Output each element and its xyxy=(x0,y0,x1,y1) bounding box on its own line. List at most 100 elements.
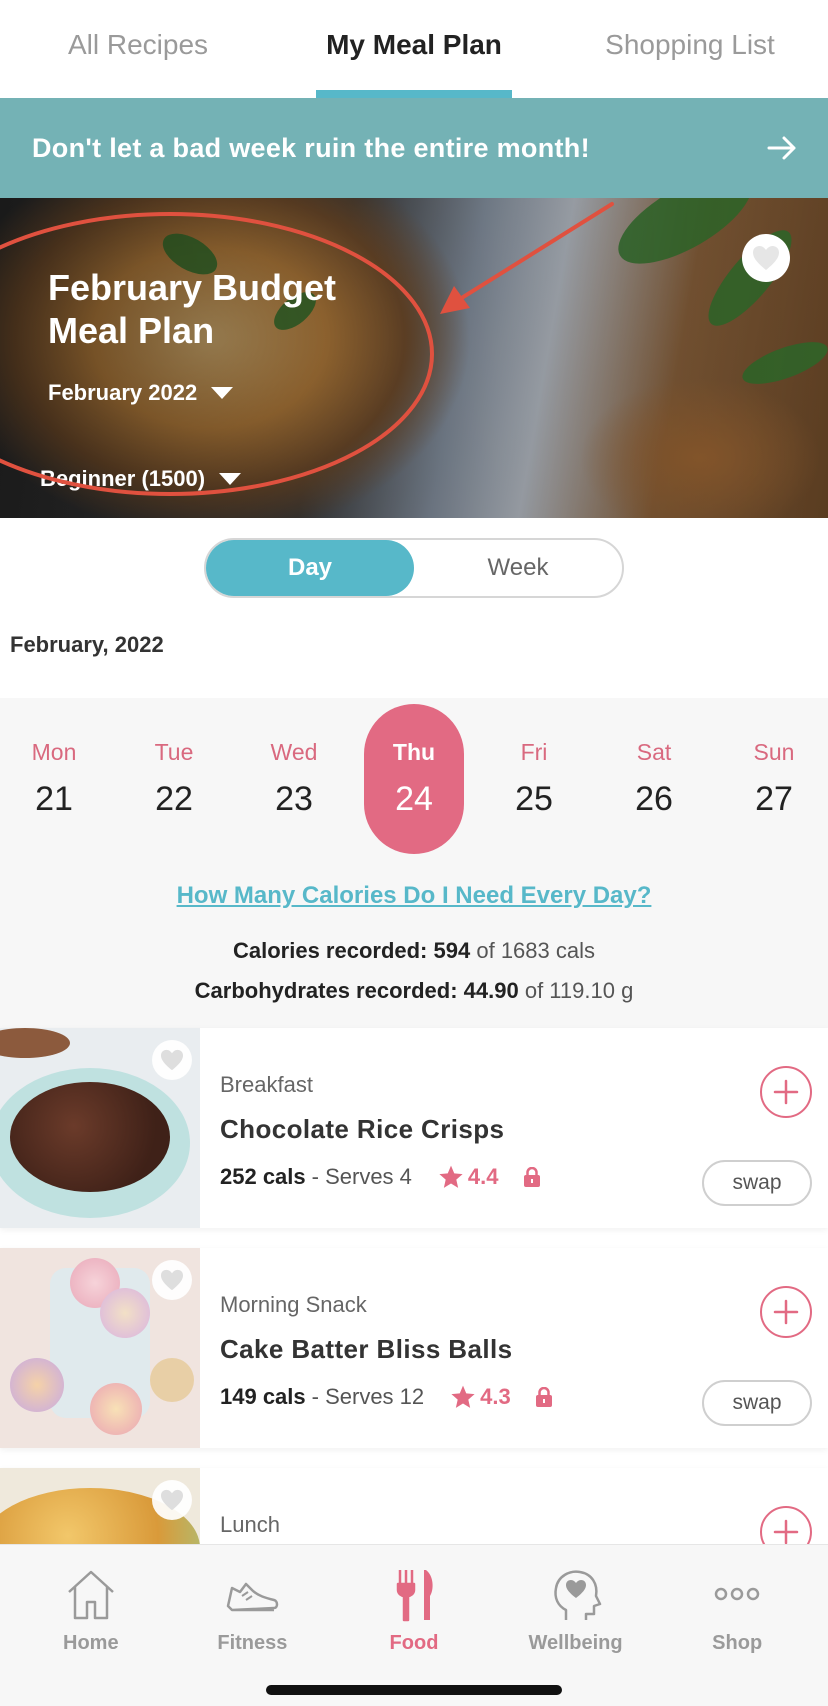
week-toggle[interactable]: Week xyxy=(414,540,622,596)
favorite-recipe-button[interactable] xyxy=(152,1040,192,1080)
recipe-name[interactable]: Cake Batter Bliss Balls xyxy=(220,1334,512,1365)
day-selector: Mon 21 Tue 22 Wed 23 Thu 24 Fri 25 Sat 26 Sun 2… xyxy=(0,704,828,854)
heart-icon xyxy=(161,1489,183,1511)
home-icon xyxy=(67,1570,114,1620)
favorite-plan-button[interactable] xyxy=(742,234,790,282)
star-icon xyxy=(439,1165,463,1188)
nav-home[interactable]: Home xyxy=(16,1545,166,1655)
calories-label: Calories recorded: xyxy=(232,938,428,963)
promo-banner[interactable]: Don't let a bad week ruin the entire mon… xyxy=(0,98,828,198)
plus-icon xyxy=(773,1079,799,1105)
day-toggle[interactable]: Day xyxy=(206,540,414,596)
day-number: 25 xyxy=(515,780,553,818)
rating-value: 4.3 xyxy=(480,1384,511,1409)
caret-down-icon xyxy=(219,473,242,485)
meal-plan-title: February Budget Meal Plan xyxy=(48,267,337,351)
calories-stat: Calories recorded: 594 of 1683 cals xyxy=(0,938,828,964)
shoe-icon xyxy=(227,1582,279,1612)
week-strip: Mon 21 Tue 22 Wed 23 Thu 24 Fri 25 Sat 26 Sun 2… xyxy=(0,698,828,1028)
nav-label: Shop xyxy=(712,1632,763,1654)
heart-icon xyxy=(753,246,779,270)
day-name: Tue xyxy=(154,739,194,765)
day-name: Sun xyxy=(753,739,795,765)
banner-text: Don't let a bad week ruin the entire mon… xyxy=(32,132,590,163)
day-mon[interactable]: Mon 21 xyxy=(4,704,104,854)
add-recipe-button[interactable] xyxy=(760,1286,812,1338)
day-sun[interactable]: Sun 27 xyxy=(724,704,824,854)
recipe-meta: 149 cals - Serves 12 4.3 xyxy=(220,1384,553,1410)
recipe-rating: 4.3 xyxy=(450,1384,511,1410)
carbs-stat: Carbohydrates recorded: 44.90 of 119.10 … xyxy=(0,978,828,1004)
day-number: 27 xyxy=(755,780,793,818)
tab-shopping-list[interactable]: Shopping List xyxy=(552,0,828,98)
top-tab-bar: All Recipes My Meal Plan Shopping List xyxy=(0,0,828,98)
day-tue[interactable]: Tue 22 xyxy=(124,704,224,854)
nav-fitness[interactable]: Fitness xyxy=(177,1545,327,1655)
month-dropdown[interactable]: February 2022 xyxy=(48,380,234,406)
recipe-calories: 252 cals xyxy=(220,1164,306,1189)
recipe-serves: - Serves 4 xyxy=(311,1164,412,1189)
day-thu[interactable]: Thu 24 xyxy=(364,704,464,854)
carbs-total: of 119.10 g xyxy=(524,978,634,1003)
meal-photo xyxy=(0,1028,200,1228)
swap-button[interactable]: swap xyxy=(702,1160,812,1206)
swap-button[interactable]: swap xyxy=(702,1380,812,1426)
nav-label: Food xyxy=(389,1632,439,1654)
tab-all-recipes[interactable]: All Recipes xyxy=(0,0,276,98)
day-number: 21 xyxy=(35,780,73,818)
calories-help-link[interactable]: How Many Calories Do I Need Every Day? xyxy=(0,882,828,910)
meal-type: Morning Snack xyxy=(220,1292,367,1317)
meal-photo xyxy=(0,1468,200,1544)
carbs-label: Carbohydrates recorded: xyxy=(194,978,458,1003)
favorite-recipe-button[interactable] xyxy=(152,1260,192,1300)
plus-icon xyxy=(773,1299,799,1325)
calories-total: of 1683 cals xyxy=(476,938,595,963)
home-indicator xyxy=(266,1685,562,1695)
arrow-right-icon xyxy=(767,136,796,160)
day-sat[interactable]: Sat 26 xyxy=(604,704,704,854)
heart-icon xyxy=(161,1269,183,1291)
calendar-month-label: February, 2022 xyxy=(10,632,164,657)
day-name: Wed xyxy=(270,739,318,765)
nav-food[interactable]: Food xyxy=(339,1545,489,1655)
nav-wellbeing[interactable]: Wellbeing xyxy=(501,1545,651,1655)
add-recipe-button[interactable] xyxy=(760,1506,812,1544)
nav-label: Wellbeing xyxy=(528,1632,623,1654)
plus-icon xyxy=(773,1519,799,1544)
recipe-calories: 149 cals xyxy=(220,1384,306,1409)
day-number: 26 xyxy=(635,780,673,818)
nav-label: Fitness xyxy=(217,1632,288,1654)
star-icon xyxy=(451,1385,475,1408)
day-number: 24 xyxy=(395,780,433,818)
recipe-name[interactable]: Chocolate Rice Crisps xyxy=(220,1114,504,1145)
day-week-toggle: Day Week xyxy=(204,538,624,598)
nav-shop[interactable]: Shop xyxy=(662,1545,812,1655)
recipe-rating: 4.4 xyxy=(438,1164,499,1190)
head-heart-icon xyxy=(553,1570,601,1620)
recipe-meta: 252 cals - Serves 4 4.4 xyxy=(220,1164,541,1190)
meal-card-breakfast[interactable]: Breakfast Chocolate Rice Crisps 252 cals… xyxy=(0,1028,828,1228)
day-fri[interactable]: Fri 25 xyxy=(484,704,584,854)
meal-type: Lunch xyxy=(220,1512,280,1537)
day-name: Mon xyxy=(31,739,77,765)
bottom-navigation: Home Fitness Food Wellbeing Shop xyxy=(0,1544,828,1706)
add-recipe-button[interactable] xyxy=(760,1066,812,1118)
meal-type: Breakfast xyxy=(220,1072,313,1097)
favorite-recipe-button[interactable] xyxy=(152,1480,192,1520)
meal-photo xyxy=(0,1248,200,1448)
day-number: 23 xyxy=(275,780,313,818)
meal-card-lunch[interactable]: Lunch xyxy=(0,1468,828,1544)
level-dropdown[interactable]: Beginner (1500) xyxy=(40,466,242,492)
fork-knife-icon xyxy=(396,1570,433,1622)
lock-icon xyxy=(523,1167,540,1187)
recipe-serves: - Serves 12 xyxy=(311,1384,425,1409)
tab-my-meal-plan[interactable]: My Meal Plan xyxy=(276,0,552,98)
calories-value: 594 xyxy=(433,938,471,963)
rating-value: 4.4 xyxy=(467,1164,499,1189)
day-wed[interactable]: Wed 23 xyxy=(244,704,344,854)
day-name: Sat xyxy=(636,739,672,765)
meal-card-morning-snack[interactable]: Morning Snack Cake Batter Bliss Balls 14… xyxy=(0,1248,828,1448)
day-name: Thu xyxy=(392,739,436,765)
carbs-value: 44.90 xyxy=(463,978,519,1003)
more-dots-icon xyxy=(714,1587,760,1601)
